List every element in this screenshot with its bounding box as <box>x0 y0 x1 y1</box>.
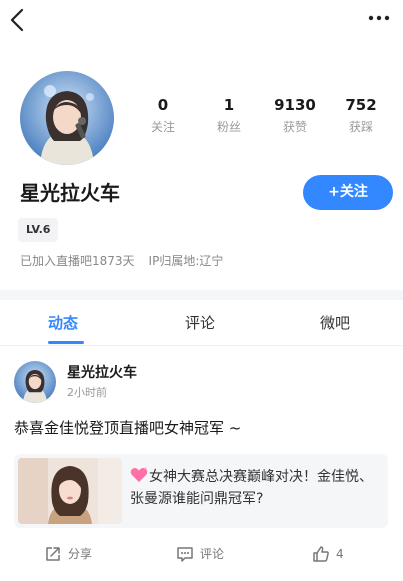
more-icon[interactable] <box>367 10 391 26</box>
post-author-name[interactable]: 星光拉火车 <box>67 364 137 382</box>
tab-activity[interactable]: 动态 <box>48 313 78 333</box>
stat-label: 获赞 <box>282 120 307 134</box>
joined-duration: 已加入直播吧1873天 <box>20 254 135 268</box>
stat-dislikes-received: 752 获踩 <box>328 95 394 135</box>
like-button[interactable]: 4 <box>312 545 344 563</box>
top-bar <box>0 0 403 44</box>
link-card-text: 女神大赛总决赛巅峰对决！金佳悦、张曼源谁能问鼎冠军? <box>130 466 382 510</box>
heart-emoji-icon <box>130 467 148 482</box>
stat-label: 获踩 <box>348 120 373 134</box>
profile-meta: 已加入直播吧1873天 IP归属地:辽宁 <box>20 253 223 269</box>
comment-label: 评论 <box>200 547 225 561</box>
like-count: 4 <box>336 547 344 561</box>
profile-avatar[interactable] <box>20 71 114 165</box>
post-actions: 分享 评论 4 <box>0 541 403 571</box>
active-tab-indicator <box>48 341 84 344</box>
stat-label: 粉丝 <box>216 120 241 134</box>
tab-microbar[interactable]: 微吧 <box>320 313 350 333</box>
profile-tabs: 动态 评论 微吧 <box>0 300 403 346</box>
profile-stats: 0 关注 1 粉丝 9130 获赞 752 获踩 <box>130 95 400 135</box>
stat-value: 0 <box>157 96 169 114</box>
like-icon <box>313 546 329 562</box>
stat-value: 9130 <box>274 96 316 114</box>
follow-button[interactable]: +关注 <box>303 175 393 210</box>
tab-comments[interactable]: 评论 <box>185 313 215 333</box>
comment-icon <box>177 547 193 562</box>
post-timestamp: 2小时前 <box>67 386 107 399</box>
stat-label: 关注 <box>150 120 175 134</box>
profile-username: 星光拉火车 <box>20 181 120 205</box>
stat-following[interactable]: 0 关注 <box>130 95 196 135</box>
stat-followers[interactable]: 1 粉丝 <box>196 95 262 135</box>
ip-location: IP归属地:辽宁 <box>148 254 224 268</box>
back-icon[interactable] <box>6 6 30 34</box>
stat-value: 1 <box>223 96 235 114</box>
link-card-thumbnail <box>18 458 122 524</box>
link-card-title: 女神大赛总决赛巅峰对决！金佳悦、张曼源谁能问鼎冠军? <box>130 469 373 507</box>
post-text: 恭喜金佳悦登顶直播吧女神冠军 ~ <box>14 419 242 437</box>
comment-button[interactable]: 评论 <box>176 545 224 563</box>
share-label: 分享 <box>68 547 93 561</box>
share-icon <box>46 547 60 561</box>
stat-value: 752 <box>345 96 377 114</box>
share-button[interactable]: 分享 <box>44 545 92 563</box>
post-author-avatar[interactable] <box>14 361 56 403</box>
link-card[interactable]: 女神大赛总决赛巅峰对决！金佳悦、张曼源谁能问鼎冠军? <box>14 454 388 528</box>
stat-likes-received: 9130 获赞 <box>262 95 328 135</box>
level-badge: LV.6 <box>18 218 59 242</box>
section-divider <box>0 290 403 300</box>
